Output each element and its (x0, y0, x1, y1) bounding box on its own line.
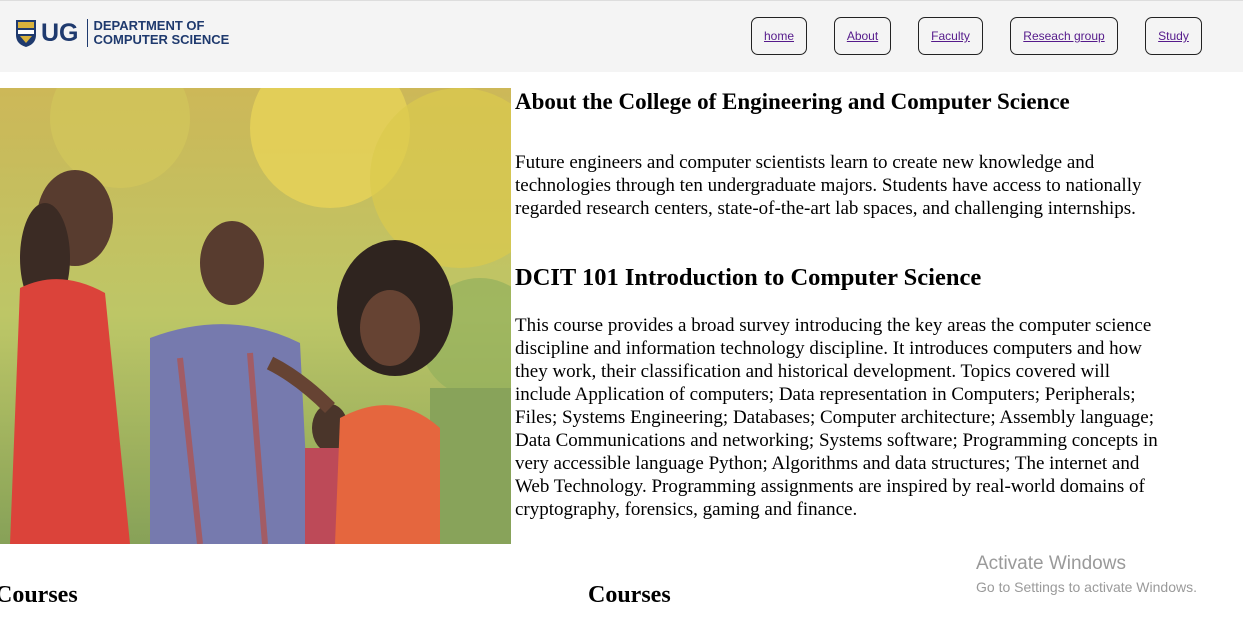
courses-heading-right: Courses (588, 582, 671, 608)
nav-about-link[interactable]: About (834, 17, 891, 55)
nav-home-link[interactable]: home (751, 17, 807, 55)
department-name-line1: DEPARTMENT OF (93, 18, 205, 33)
watermark-title: Activate Windows (976, 553, 1126, 574)
nav-research-group-link[interactable]: Reseach group (1010, 17, 1118, 55)
nav-study-link[interactable]: Study (1145, 17, 1202, 55)
top-navigation-bar: UG DEPARTMENT OF COMPUTER SCIENCE home A… (0, 0, 1243, 72)
course-heading: DCIT 101 Introduction to Computer Scienc… (515, 264, 982, 291)
activate-windows-watermark: Activate Windows Go to Settings to activ… (976, 553, 1197, 597)
logo-divider (86, 19, 88, 47)
students-photo-illustration (0, 88, 511, 544)
department-name: DEPARTMENT OF COMPUTER SCIENCE (94, 19, 230, 47)
watermark-subtitle: Go to Settings to activate Windows. (976, 579, 1197, 595)
courses-heading-left: Courses (0, 582, 78, 608)
department-logo[interactable]: UG DEPARTMENT OF COMPUTER SCIENCE (15, 17, 229, 49)
course-description: This course provides a broad survey intr… (515, 315, 1158, 520)
about-college-description: Future engineers and computer scientists… (515, 152, 1142, 219)
university-crest-icon (16, 20, 36, 47)
about-college-heading: About the College of Engineering and Com… (515, 89, 1070, 114)
logo-mark: UG (41, 18, 79, 47)
students-hero-image (0, 88, 511, 544)
department-name-line2: COMPUTER SCIENCE (93, 32, 230, 47)
nav-faculty-link[interactable]: Faculty (918, 17, 983, 55)
